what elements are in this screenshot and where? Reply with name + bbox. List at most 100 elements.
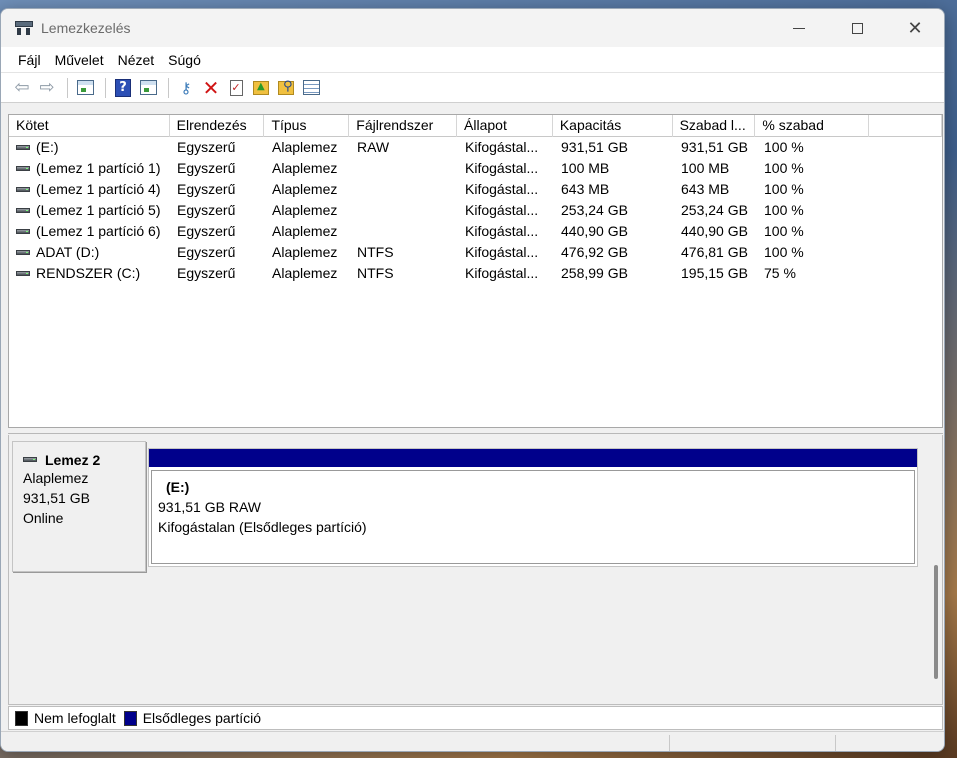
column-header-filesystem[interactable]: Fájlrendszer xyxy=(349,115,458,137)
cell-text: 100 % xyxy=(764,202,804,218)
show-hide-pane-button[interactable] xyxy=(137,77,159,99)
delete-button[interactable]: ✕ xyxy=(200,75,222,100)
cell-text: 100 MB xyxy=(561,160,610,176)
volume-list-body: (E:) Egyszerű Alaplemez RAW Kifogástal... 931… xyxy=(9,137,942,284)
menu-help[interactable]: Súgó xyxy=(161,52,208,68)
partition-block-e[interactable]: (E:) 931,51 GB RAW Kifogástalan (Elsődle… xyxy=(148,448,918,567)
cell-text: ADAT (D:) xyxy=(36,244,100,260)
legend-label-primary: Elsődleges partíció xyxy=(142,710,261,726)
volume-drive-icon xyxy=(16,270,30,276)
close-button[interactable]: ✕ xyxy=(886,9,944,47)
cell-text: 100 % xyxy=(764,139,804,155)
table-cell xyxy=(350,221,458,242)
table-cell: Egyszerű xyxy=(170,200,265,221)
column-header-status[interactable]: Állapot xyxy=(457,115,553,137)
cell-text: Alaplemez xyxy=(272,265,338,281)
connect-drive-button[interactable]: ⚷ xyxy=(175,77,197,99)
properties-button[interactable]: ✓ xyxy=(225,77,247,99)
table-row[interactable]: (E:) Egyszerű Alaplemez RAW Kifogástal... 931… xyxy=(9,137,942,158)
menu-action[interactable]: Művelet xyxy=(48,52,111,68)
table-row[interactable]: (Lemez 1 partíció 4) Egyszerű Alaplemez Kif… xyxy=(9,179,942,200)
cell-text: (Lemez 1 partíció 4) xyxy=(36,181,161,197)
table-cell: Kifogástal... xyxy=(458,137,554,158)
volume-drive-icon xyxy=(16,207,30,213)
column-header-capacity[interactable]: Kapacitás xyxy=(553,115,673,137)
volume-list-header: Kötet Elrendezés Típus Fájlrendszer Álla… xyxy=(9,115,942,137)
table-cell: 440,90 GB xyxy=(674,221,757,242)
table-cell: Kifogástal... xyxy=(458,242,554,263)
table-row[interactable]: (Lemez 1 partíció 1) Egyszerű Alaplemez Kif… xyxy=(9,158,942,179)
console-tree-button[interactable] xyxy=(74,77,96,99)
table-cell: (E:) xyxy=(9,137,170,158)
delete-icon: ✕ xyxy=(202,75,220,100)
column-header-percent-free[interactable]: % szabad xyxy=(755,115,870,137)
table-cell: NTFS xyxy=(350,263,458,284)
legend-label-unallocated: Nem lefoglalt xyxy=(34,710,116,726)
table-cell: Egyszerű xyxy=(170,158,265,179)
column-header-volume[interactable]: Kötet xyxy=(9,115,170,137)
table-row[interactable]: RENDSZER (C:) Egyszerű Alaplemez NTFS Kifogá… xyxy=(9,263,942,284)
window-title: Lemezkezelés xyxy=(41,20,131,36)
column-header-free-space[interactable]: Szabad l... xyxy=(673,115,756,137)
legend-unallocated: Nem lefoglalt xyxy=(15,710,116,726)
back-button[interactable]: ⇦ xyxy=(11,77,33,99)
table-cell: (Lemez 1 partíció 6) xyxy=(9,221,170,242)
table-cell: 100 MB xyxy=(554,158,674,179)
close-icon: ✕ xyxy=(907,17,923,39)
cell-text: Alaplemez xyxy=(272,244,338,260)
table-row[interactable]: (Lemez 1 partíció 6) Egyszerű Alaplemez Kif… xyxy=(9,221,942,242)
table-cell: 100 % xyxy=(757,179,871,200)
cell-text: Egyszerű xyxy=(177,181,236,197)
table-row[interactable]: (Lemez 1 partíció 5) Egyszerű Alaplemez Kif… xyxy=(9,200,942,221)
title-bar: Lemezkezelés ✕ xyxy=(1,9,944,47)
cell-text: NTFS xyxy=(357,265,394,281)
help-button[interactable]: ? xyxy=(112,77,134,99)
disk-map-pane: Lemez 2 Alaplemez 931,51 GB Online (E:) … xyxy=(8,435,943,705)
legend-swatch-primary xyxy=(123,710,137,726)
menu-view[interactable]: Nézet xyxy=(111,52,162,68)
table-cell: Alaplemez xyxy=(265,221,350,242)
cell-text: Kifogástal... xyxy=(465,202,539,218)
table-cell: 100 % xyxy=(757,221,871,242)
table-cell xyxy=(350,179,458,200)
minimize-button[interactable] xyxy=(770,9,828,47)
table-row[interactable]: ADAT (D:) Egyszerű Alaplemez NTFS Kifogástal… xyxy=(9,242,942,263)
minimize-icon xyxy=(793,27,805,29)
cell-text: NTFS xyxy=(357,244,394,260)
cell-text: Egyszerű xyxy=(177,265,236,281)
column-header-layout[interactable]: Elrendezés xyxy=(170,115,265,137)
cell-text: Egyszerű xyxy=(177,202,236,218)
table-cell: 476,81 GB xyxy=(674,242,757,263)
table-cell: 100 % xyxy=(757,242,871,263)
partition-label: (E:) xyxy=(166,479,190,495)
maximize-button[interactable] xyxy=(828,9,886,47)
table-cell: Egyszerű xyxy=(170,221,265,242)
pane-splitter[interactable] xyxy=(8,428,943,434)
disk-map-scrollbar[interactable] xyxy=(934,565,938,679)
toolbar-separator xyxy=(67,77,68,98)
list-view-button[interactable] xyxy=(300,77,322,99)
table-cell: Alaplemez xyxy=(265,179,350,200)
cell-text: 75 % xyxy=(764,265,796,281)
cell-text: 258,99 GB xyxy=(561,265,628,281)
menu-file[interactable]: Fájl xyxy=(11,52,48,68)
cell-text: Kifogástal... xyxy=(465,223,539,239)
forward-button[interactable]: ⇨ xyxy=(36,77,58,99)
disk-type: Alaplemez xyxy=(23,470,89,486)
table-cell: 253,24 GB xyxy=(554,200,674,221)
table-cell: Egyszerű xyxy=(170,137,265,158)
table-cell: Alaplemez xyxy=(265,263,350,284)
disk-info-box[interactable]: Lemez 2 Alaplemez 931,51 GB Online xyxy=(12,441,146,572)
folder-search-button[interactable] xyxy=(275,77,297,99)
column-header-empty xyxy=(869,115,942,137)
status-separator xyxy=(669,735,670,751)
table-cell: 195,15 GB xyxy=(674,263,757,284)
show-hide-pane-icon xyxy=(139,80,157,95)
cell-text: RAW xyxy=(357,139,390,155)
folder-up-button[interactable] xyxy=(250,77,272,99)
table-cell: 253,24 GB xyxy=(674,200,757,221)
maximize-icon xyxy=(851,22,863,34)
cell-text: Kifogástal... xyxy=(465,244,539,260)
table-cell: 476,92 GB xyxy=(554,242,674,263)
column-header-type[interactable]: Típus xyxy=(264,115,350,137)
